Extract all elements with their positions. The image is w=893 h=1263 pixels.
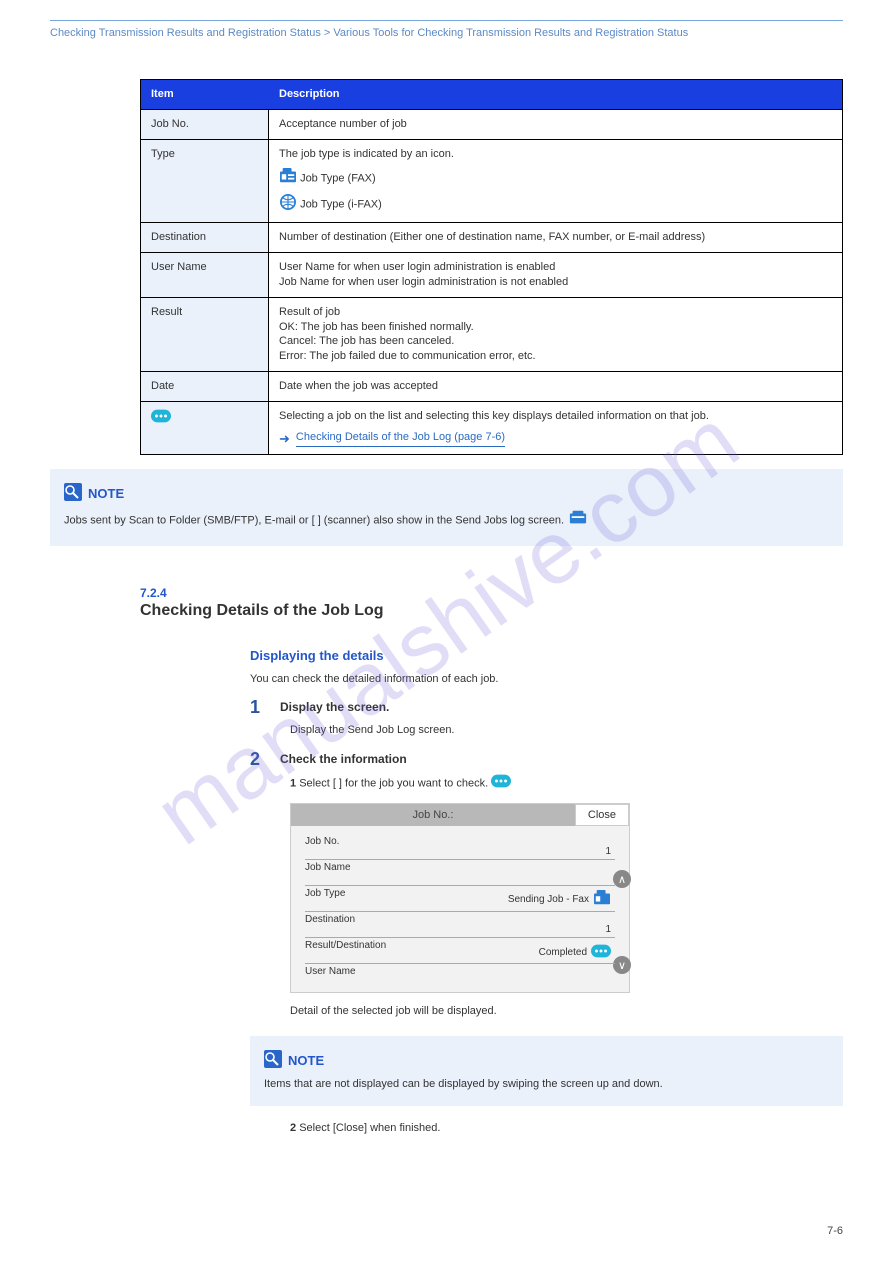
field-value: 1 <box>605 924 611 935</box>
username-line1: User Name for when user login administra… <box>279 260 832 275</box>
table-cell-label: Type <box>141 140 269 223</box>
field-value: Completed <box>539 944 611 961</box>
page-header: Checking Transmission Results and Regist… <box>50 27 843 39</box>
section-number: 7.2.4 <box>140 586 843 600</box>
type-line-ifax: Job Type (i-FAX) <box>300 199 382 211</box>
table-row: Type The job type is indicated by an ico… <box>141 139 842 223</box>
header-rule <box>50 20 843 21</box>
fax-icon <box>279 168 297 189</box>
section-title: Checking Details of the Job Log <box>140 602 843 620</box>
table-head-row: Item Description <box>141 80 842 109</box>
type-line-fax: Job Type (FAX) <box>300 172 376 184</box>
step-title-2: Check the information <box>280 749 407 770</box>
more-desc-text: Selecting a job on the list and selectin… <box>279 409 832 424</box>
panel-body: ∧ ∨ Job No. 1 Job Name Job Type Sending … <box>291 826 629 992</box>
jobtype-value-text: Sending Job - Fax <box>508 894 589 905</box>
link-details-joblog[interactable]: Checking Details of the Job Log (page 7-… <box>296 430 505 447</box>
list-item: Destination 1 <box>305 912 615 938</box>
more-icon <box>151 409 171 428</box>
more-icon[interactable] <box>591 944 611 961</box>
field-label: Destination <box>305 914 615 925</box>
table-cell-label: Date <box>141 372 269 401</box>
panel-titlebar: Job No.: Close <box>291 804 629 826</box>
panel-title: Job No.: <box>291 805 575 825</box>
step2-sub3-text: Select [Close] when finished. <box>299 1122 440 1134</box>
table-row: Selecting a job on the list and selectin… <box>141 401 842 454</box>
more-icon <box>491 774 511 794</box>
table-row: User Name User Name for when user login … <box>141 252 842 297</box>
spec-table: Item Description Job No. Acceptance numb… <box>140 79 843 455</box>
note-text-2: Items that are not displayed can be disp… <box>264 1077 829 1092</box>
table-cell-label: User Name <box>141 253 269 297</box>
field-label: User Name <box>305 966 615 977</box>
section-subhead: Displaying the details <box>250 648 843 663</box>
field-label: Job Name <box>305 862 615 873</box>
scroll-down-icon[interactable]: ∨ <box>613 956 631 974</box>
step2-subtext-3: 2 Select [Close] when finished. <box>290 1120 843 1137</box>
list-item: User Name <box>305 964 615 990</box>
field-value: Sending Job - Fax <box>508 890 611 909</box>
list-item: Job No. 1 <box>305 834 615 860</box>
table-row: Destination Number of destination (Eithe… <box>141 222 842 252</box>
header-left: Checking Transmission Results and Regist… <box>50 27 688 39</box>
table-cell-label: Result <box>141 298 269 371</box>
page-body: Checking Transmission Results and Regist… <box>0 0 893 1157</box>
list-item: Result/Destination Completed <box>305 938 615 964</box>
result-value-text: Completed <box>539 947 587 958</box>
table-cell-desc: Number of destination (Either one of des… <box>269 223 842 252</box>
table-cell-desc: The job type is indicated by an icon. Jo… <box>269 140 842 223</box>
step-number-2: 2 <box>250 749 270 770</box>
result-line3: Cancel: The job has been canceled. <box>279 334 832 349</box>
table-row: Job No. Acceptance number of job <box>141 109 842 139</box>
type-line-intro: The job type is indicated by an icon. <box>279 147 832 162</box>
table-head-item: Item <box>141 80 269 109</box>
step2-sub1-text: Select [ ] for the job you want to check… <box>299 777 488 789</box>
username-line2: Job Name for when user login administrat… <box>279 275 832 290</box>
note-text-1: Jobs sent by Scan to Folder (SMB/FTP), E… <box>64 510 829 531</box>
close-button[interactable]: Close <box>575 804 629 826</box>
table-row: Date Date when the job was accepted <box>141 371 842 401</box>
note-label: NOTE <box>288 1053 324 1068</box>
link-arrow-icon: ➜ <box>279 430 290 448</box>
section-text: You can check the detailed information o… <box>250 671 843 688</box>
note-box-2: NOTE Items that are not displayed can be… <box>250 1036 843 1106</box>
result-line2: OK: The job has been finished normally. <box>279 320 832 335</box>
field-label: Job No. <box>305 836 615 847</box>
scroll-up-icon[interactable]: ∧ <box>613 870 631 888</box>
note-icon <box>264 1050 282 1071</box>
table-cell-desc: Selecting a job on the list and selectin… <box>269 402 842 454</box>
table-cell-label: Destination <box>141 223 269 252</box>
note-box-1: NOTE Jobs sent by Scan to Folder (SMB/FT… <box>50 469 843 545</box>
table-cell-desc: Acceptance number of job <box>269 110 842 139</box>
step2-subtext-1: 1 Select [ ] for the job you want to che… <box>290 774 843 794</box>
table-cell-label: Job No. <box>141 110 269 139</box>
ifax-icon <box>279 194 297 215</box>
job-detail-panel: Job No.: Close ∧ ∨ Job No. 1 Job Name Jo… <box>290 803 630 993</box>
step2-subtext-2: Detail of the selected job will be displ… <box>290 1003 843 1020</box>
table-cell-desc: Result of job OK: The job has been finis… <box>269 298 842 371</box>
table-cell-label <box>141 402 269 454</box>
table-cell-desc: User Name for when user login administra… <box>269 253 842 297</box>
fax-icon <box>593 890 611 909</box>
note-icon <box>64 483 82 504</box>
table-row: Result Result of job OK: The job has bee… <box>141 297 842 371</box>
step-title-1: Display the screen. <box>280 697 389 718</box>
step1-subtext: Display the Send Job Log screen. <box>290 722 843 739</box>
table-head-desc: Description <box>269 80 842 109</box>
result-line4: Error: The job failed due to communicati… <box>279 349 832 364</box>
field-value: 1 <box>605 846 611 857</box>
note-label: NOTE <box>88 486 124 501</box>
scanner-icon <box>569 510 587 531</box>
note1-text-span: Jobs sent by Scan to Folder (SMB/FTP), E… <box>64 515 564 527</box>
page-number: 7-6 <box>827 1225 843 1237</box>
list-item: Job Name <box>305 860 615 886</box>
result-line1: Result of job <box>279 305 832 320</box>
list-item: Job Type Sending Job - Fax <box>305 886 615 912</box>
table-cell-desc: Date when the job was accepted <box>269 372 842 401</box>
step-number-1: 1 <box>250 697 270 718</box>
